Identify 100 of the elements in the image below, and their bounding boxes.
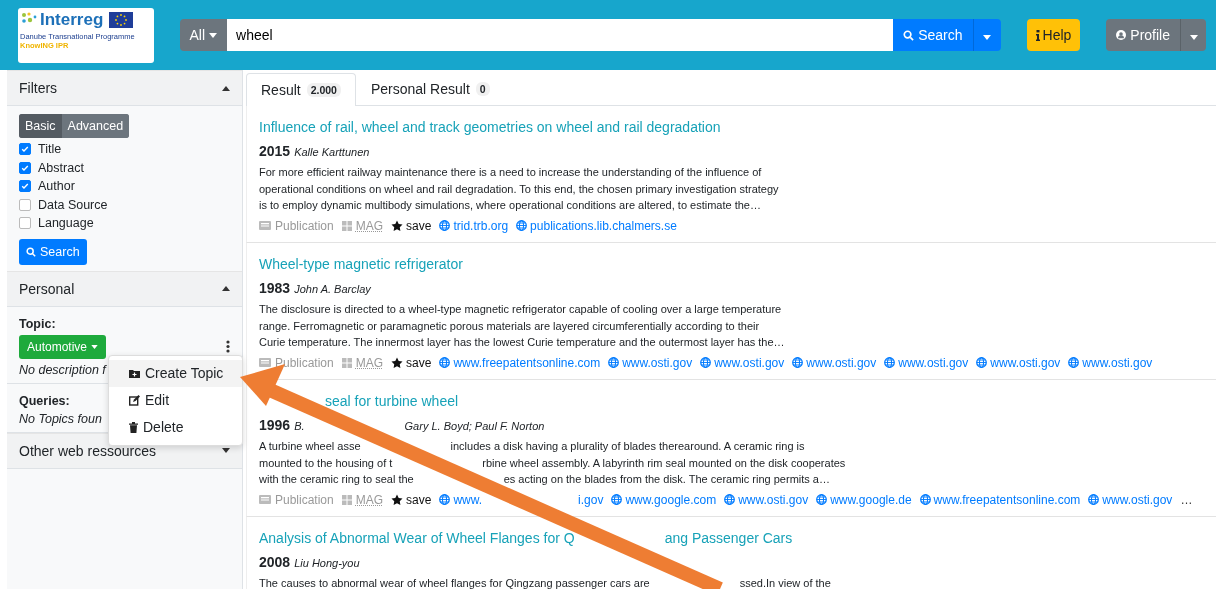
count-badge: 0 <box>475 82 490 96</box>
user-icon <box>1116 30 1127 40</box>
result-title-link[interactable]: ang Passenger Cars <box>664 529 793 547</box>
checkbox-label: Title <box>38 142 62 157</box>
source-link[interactable]: www.freepatentsonline.com <box>919 492 1081 507</box>
topic-dropdown[interactable]: Automotive <box>19 334 107 359</box>
authors: Liu Hong-you <box>294 557 360 569</box>
checkbox[interactable] <box>19 143 31 156</box>
abstract-text: with the ceramic ring to seal the <box>259 472 414 487</box>
search-options-button[interactable] <box>972 19 1001 51</box>
source-link[interactable]: www.osti.gov <box>792 355 877 370</box>
authors: Gary L. Boyd; Paul F. Norton <box>404 420 545 432</box>
star-icon <box>391 356 404 369</box>
source-link[interactable]: www.osti.gov <box>976 355 1061 370</box>
filters-header[interactable]: Filters <box>7 70 242 106</box>
result-title-link[interactable]: Analysis of Abnormal Wear of Wheel Flanges for Q <box>259 529 575 547</box>
caret-icon <box>91 344 99 349</box>
globe-icon <box>439 357 451 368</box>
source-link[interactable]: www.google.com <box>611 492 717 507</box>
globe-icon <box>1088 494 1100 505</box>
source-link[interactable]: www.google.de <box>816 492 912 507</box>
globe-icon <box>1068 357 1080 368</box>
abstract-text: mounted to the housing of t <box>259 455 393 471</box>
source-link[interactable]: trid.trb.org <box>439 218 509 233</box>
result-tab[interactable]: Result 2.000 <box>246 73 356 106</box>
info-icon <box>1035 29 1040 41</box>
year: 2015 <box>259 143 291 159</box>
globe-icon <box>724 494 736 505</box>
checkbox[interactable] <box>19 180 31 193</box>
checkbox-label: Data Source <box>38 197 108 212</box>
checkbox-label: Author <box>38 179 75 194</box>
result-title-link[interactable]: seal for turbine wheel <box>325 392 459 410</box>
result-tab[interactable]: Personal Result 0 <box>355 72 505 105</box>
globe-icon <box>516 220 528 231</box>
search-button[interactable]: Search <box>893 19 973 51</box>
caret-icon <box>209 32 218 38</box>
source-link[interactable]: www.osti.gov <box>884 355 969 370</box>
data-source: MAG <box>355 218 384 233</box>
year: 1983 <box>259 280 291 296</box>
star-icon <box>391 219 404 232</box>
year: 2008 <box>259 554 291 570</box>
more-icon[interactable] <box>226 340 230 353</box>
authors: Kalle Karttunen <box>294 146 370 158</box>
globe-icon <box>439 220 451 231</box>
abstract-text: Curie temperature. The innermost layer has the lowest Curie temperature and the outermost layer has the… <box>259 335 785 350</box>
newspaper-icon <box>259 358 271 367</box>
grid-icon <box>341 357 352 368</box>
abstract-text: The causes to abnormal wear of wheel flanges for Qingzang passenger cars are <box>259 576 650 589</box>
checkbox-label: Language <box>38 216 94 231</box>
source-link[interactable]: www.osti.gov <box>724 492 809 507</box>
save-button[interactable]: save <box>391 218 432 233</box>
globe-icon <box>884 357 896 368</box>
source-link[interactable]: www.freepatentsonline.com <box>439 355 601 370</box>
abstract-text: operational conditions on wheel and rail degradation. To this end, the chosen primary investigation strategy <box>259 181 779 197</box>
caret-icon <box>983 34 991 40</box>
newspaper-icon <box>259 221 271 230</box>
data-source: MAG <box>355 355 384 370</box>
globe-icon <box>919 494 931 505</box>
globe-icon <box>816 494 828 505</box>
checkbox[interactable] <box>19 161 31 174</box>
help-button[interactable]: Help <box>1026 19 1081 51</box>
publication-type: Publication <box>275 218 334 233</box>
abstract-text: The disclosure is directed to a wheel-type magnetic refrigerator capable of cooling over a large temperature <box>259 302 782 317</box>
source-link[interactable]: www.osti.gov <box>1068 355 1153 370</box>
logo-title: Interreg <box>40 10 104 29</box>
checkbox[interactable] <box>19 217 31 230</box>
source-link[interactable]: www. i.gov <box>439 492 604 507</box>
source-link[interactable]: www.osti.gov <box>1088 492 1173 507</box>
edit-icon <box>129 394 140 406</box>
profile-menu-button[interactable] <box>1180 19 1206 51</box>
abstract-text: rbine wheel assembly. A labyrinth rim seal mounted on the disk cooperates <box>482 455 846 471</box>
grid-icon <box>341 494 352 505</box>
source-link[interactable]: www.osti.gov <box>700 355 785 370</box>
publication-type: Publication <box>275 492 334 507</box>
queries-label: Queries: <box>19 393 70 408</box>
caret-icon <box>1189 34 1198 40</box>
count-badge: 2.000 <box>306 83 341 97</box>
abstract-text: A turbine wheel asse <box>259 439 361 454</box>
save-button[interactable]: save <box>391 355 432 370</box>
profile-button[interactable]: Profile <box>1106 19 1180 51</box>
abstract-text: For more efficient railway maintenance there is a need to increase the understanding of the influence of <box>259 165 762 180</box>
checkbox[interactable] <box>19 198 31 211</box>
scope-dropdown[interactable]: All <box>179 19 228 51</box>
search-field[interactable]: wheel <box>227 19 894 51</box>
menu-item[interactable]: Create Topic <box>109 359 242 387</box>
publication-type: Publication <box>275 355 334 370</box>
source-link[interactable]: publications.lib.chalmers.se <box>516 218 677 233</box>
menu-item[interactable]: Edit <box>109 386 242 414</box>
result-title-link[interactable]: Influence of rail, wheel and track geometries on wheel and rail degradation <box>259 118 721 136</box>
result-title-link[interactable]: Wheel-type magnetic refrigerator <box>259 255 463 273</box>
source-link[interactable]: www.osti.gov <box>608 355 693 370</box>
filter-search-button[interactable]: Search <box>19 238 87 265</box>
folder-plus-icon <box>129 368 140 378</box>
data-source: MAG <box>355 492 384 507</box>
abstract-text: includes a disk having a plurality of blades therearound. A ceramic ring is <box>450 439 805 454</box>
save-button[interactable]: save <box>391 492 432 507</box>
mode-tab[interactable]: Basic <box>19 114 62 138</box>
globe-icon <box>700 357 712 368</box>
topic-description: No description f <box>19 362 106 377</box>
personal-header[interactable]: Personal <box>7 270 242 307</box>
